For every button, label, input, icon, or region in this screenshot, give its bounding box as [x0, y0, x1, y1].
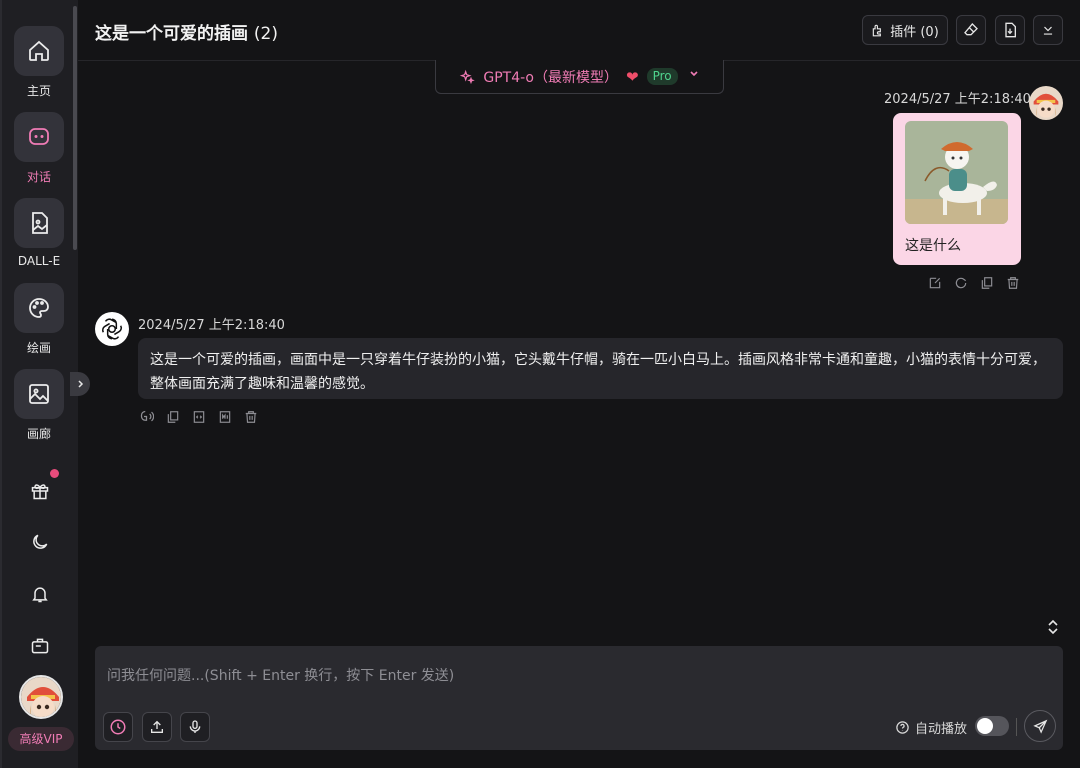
- eraser-icon: [964, 23, 978, 36]
- help-icon: [896, 721, 909, 734]
- assistant-avatar: [95, 312, 129, 346]
- code-file-icon[interactable]: [190, 408, 207, 425]
- autoplay-label: 自动播放: [895, 718, 967, 737]
- scroll-bottom-button[interactable]: [1033, 15, 1063, 45]
- vip-badge[interactable]: 高级VIP: [8, 727, 74, 751]
- sparkle-icon: [460, 69, 476, 84]
- chat-input[interactable]: [107, 656, 1047, 696]
- user-message-actions: [926, 274, 1021, 291]
- clock-icon: [110, 719, 126, 735]
- copy-icon[interactable]: [978, 274, 995, 291]
- clear-button[interactable]: [956, 15, 986, 45]
- history-button[interactable]: [103, 712, 133, 742]
- send-icon: [1032, 719, 1047, 734]
- sidebar-item-label: DALL-E: [17, 254, 61, 268]
- download-file-icon: [1005, 22, 1016, 38]
- autoplay-text: 自动播放: [915, 722, 968, 737]
- sidebar-item-paint[interactable]: 绘画: [2, 283, 76, 356]
- copy-icon[interactable]: [164, 408, 181, 425]
- autoplay-toggle[interactable]: [975, 716, 1009, 736]
- voice-input-button[interactable]: [180, 712, 210, 742]
- chevron-up-down-icon: [1048, 619, 1058, 635]
- microphone-icon: [189, 720, 201, 733]
- assistant-message-bubble: 这是一个可爱的插画，画面中是一只穿着牛仔装扮的小猫，它头戴牛仔帽，骑在一匹小白马…: [138, 338, 1063, 399]
- edit-icon[interactable]: [926, 274, 943, 291]
- message-timestamp: 2024/5/27 上午2:18:40: [884, 92, 1031, 107]
- uploaded-image[interactable]: [905, 121, 1008, 224]
- chat-input-box: 自动播放: [95, 646, 1063, 750]
- chat-icon: [14, 112, 64, 162]
- send-button[interactable]: [1024, 710, 1056, 742]
- expand-input-button[interactable]: [1043, 617, 1063, 637]
- sidebar-item-home[interactable]: 主页: [2, 26, 76, 99]
- header: 这是一个可爱的插画 (2) 插件 (0): [78, 0, 1080, 61]
- plugins-label: 插件 (0): [890, 24, 939, 40]
- sidebar-item-label: 绘画: [26, 341, 51, 355]
- avatar[interactable]: [19, 675, 63, 719]
- plugin-icon: [872, 24, 882, 37]
- plugins-button[interactable]: 插件 (0): [862, 15, 948, 45]
- notification-dot: [50, 469, 59, 478]
- palette-icon: [14, 283, 64, 333]
- heart-icon: ❤: [626, 67, 639, 86]
- sidebar-item-label: 主页: [26, 84, 51, 98]
- expand-sidebar-button[interactable]: [70, 372, 90, 396]
- sidebar-item-dalle[interactable]: DALL-E: [2, 198, 76, 268]
- avatar: [1029, 86, 1063, 120]
- upload-icon: [151, 720, 163, 733]
- gift-icon[interactable]: [26, 477, 54, 505]
- bell-icon[interactable]: [26, 580, 54, 608]
- user-message-bubble: 这是什么: [893, 113, 1021, 265]
- trash-icon[interactable]: [1004, 274, 1021, 291]
- divider: [1016, 718, 1017, 736]
- conversation-title: 这是一个可爱的插画: [95, 24, 248, 44]
- refresh-icon[interactable]: [952, 274, 969, 291]
- openai-logo-icon: [102, 318, 122, 340]
- message-timestamp: 2024/5/27 上午2:18:40: [138, 318, 285, 333]
- export-button[interactable]: [995, 15, 1025, 45]
- chevron-down-icon: [1043, 26, 1053, 35]
- sidebar-item-label: 对话: [26, 170, 51, 184]
- model-selector[interactable]: GPT4-o（最新模型） ❤ Pro: [435, 60, 724, 94]
- sidebar: 主页 对话 DALL-E 绘画 画廊 高级VIP: [0, 0, 78, 768]
- pro-badge: Pro: [646, 68, 678, 85]
- message-count: (2): [253, 24, 279, 44]
- chevron-right-icon: [78, 380, 84, 388]
- image-file-icon: [14, 198, 64, 248]
- assistant-message-actions: [138, 408, 259, 425]
- user-message-text: 这是什么: [905, 238, 961, 254]
- home-icon: [14, 26, 64, 76]
- trash-icon[interactable]: [242, 408, 259, 425]
- model-name: GPT4-o（最新模型）: [483, 69, 618, 86]
- chevron-down-icon: [690, 70, 698, 76]
- toolbox-icon[interactable]: [26, 632, 54, 660]
- speaker-icon[interactable]: [138, 408, 155, 425]
- markdown-icon[interactable]: [216, 408, 233, 425]
- moon-icon[interactable]: [26, 528, 54, 556]
- picture-icon: [14, 369, 64, 419]
- page-title: 这是一个可爱的插画 (2): [95, 19, 278, 44]
- sidebar-item-label: 画廊: [26, 427, 51, 441]
- upload-button[interactable]: [142, 712, 172, 742]
- sidebar-item-chat[interactable]: 对话: [2, 112, 76, 185]
- sidebar-item-gallery[interactable]: 画廊: [2, 369, 76, 442]
